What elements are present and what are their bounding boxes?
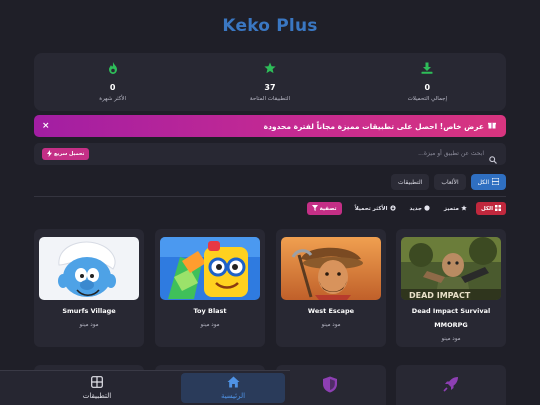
app-grid: Smurfs Village مود مينو Toy Blast مود مي… [34, 229, 506, 347]
stat-value: 0 [424, 83, 431, 92]
app-card-dead-impact[interactable]: DEAD IMPACT Dead Impact Survival MMORPG … [396, 229, 506, 347]
fast-download-label: تحميل سريع [54, 151, 85, 157]
filter-icon [311, 204, 318, 213]
app-card-smurfs[interactable]: Smurfs Village مود مينو [34, 229, 144, 347]
promo-text-wrap: عرض خاص! احصل على تطبيقات مميزة مجاناً ل… [264, 121, 496, 131]
tab-all[interactable]: الكل [470, 174, 506, 190]
stat-label: التطبيقات المتاحة [249, 96, 291, 102]
promo-banner: × عرض خاص! احصل على تطبيقات مميزة مجاناً… [34, 115, 506, 137]
filter-most-downloaded[interactable]: الأكثر تحميلاً [350, 202, 401, 215]
stat-total-downloads: 0 إجمالي التحميلات [349, 53, 506, 111]
nav-apps[interactable]: التطبيقات [44, 371, 150, 405]
stats-panel: 0 الأكثر شهرة 37 التطبيقات المتاحة 0 إجم… [34, 53, 506, 111]
download-icon [420, 61, 434, 75]
filter-label: جديد [409, 205, 422, 212]
tab-games[interactable]: الألعاب [434, 174, 466, 190]
nav-apps-label: التطبيقات [82, 392, 112, 400]
stat-most-popular: 0 الأكثر شهرة [34, 53, 191, 111]
star-icon [461, 204, 467, 213]
home-icon [227, 376, 240, 390]
app-card-toy-blast[interactable]: Toy Blast مود مينو [155, 229, 265, 347]
promo-text: عرض خاص! احصل على تطبيقات مميزة مجاناً ل… [263, 121, 484, 131]
divider [34, 196, 506, 197]
tab-label: الألعاب [441, 178, 459, 186]
filter-featured[interactable]: متميز [439, 202, 472, 215]
star-icon [263, 61, 277, 75]
grid-icon [91, 376, 103, 390]
stat-label: الأكثر شهرة [99, 96, 127, 102]
stat-label: إجمالي التحميلات [407, 96, 448, 102]
app-card-west-escape[interactable]: West Escape مود مينو [276, 229, 386, 347]
app-sub: مود مينو [441, 336, 461, 342]
search-icon [489, 149, 497, 168]
gift-icon [488, 121, 496, 131]
filter-sort-button[interactable]: تصفية [306, 202, 342, 215]
app-name: Dead Impact Survival [411, 307, 491, 315]
search-bar: تحميل سريع ابحث عن تطبيق أو ميزة... [34, 143, 506, 165]
nav-home[interactable]: الرئيسية [181, 373, 285, 403]
sparkle-icon [424, 204, 430, 213]
svg-text:DEAD IMPACT: DEAD IMPACT [409, 291, 471, 300]
download-icon [389, 204, 396, 213]
close-icon[interactable]: × [42, 120, 50, 132]
app-thumbnail [39, 237, 139, 300]
app-name: West Escape [307, 307, 355, 315]
app-name: Smurfs Village [62, 307, 116, 315]
filter-chips: الكل متميز جديد الأكثر تحميلاً تصفية [306, 202, 506, 215]
bottom-nav: التطبيقات الرئيسية [0, 370, 290, 405]
app-name-line2: MMORPG [434, 321, 468, 329]
sort-label: تصفية [319, 205, 337, 212]
filter-label: الأكثر تحميلاً [354, 205, 388, 212]
app-sub: مود مينو [321, 322, 341, 328]
app-title: Keko Plus [222, 16, 318, 36]
stat-value: 0 [109, 83, 116, 92]
filter-new[interactable]: جديد [405, 202, 435, 215]
filter-all[interactable]: الكل [475, 202, 506, 215]
category-tabs: الكل الألعاب التطبيقات [390, 174, 506, 190]
tab-label: الكل [477, 178, 489, 186]
app-thumbnail [160, 237, 260, 300]
app-thumbnail: DEAD IMPACT [401, 237, 501, 300]
rocket-icon[interactable] [443, 376, 459, 396]
fast-download-button[interactable]: تحميل سريع [42, 148, 90, 160]
nav-home-label: الرئيسية [220, 392, 246, 400]
stat-value: 37 [264, 83, 276, 92]
search-input[interactable]: ابحث عن تطبيق أو ميزة... [418, 150, 484, 157]
tab-apps[interactable]: التطبيقات [390, 174, 430, 190]
app-sub: مود مينو [79, 322, 99, 328]
grid-icon [495, 204, 501, 213]
shield-icon[interactable] [322, 376, 338, 397]
app-name: Toy Blast [193, 307, 227, 315]
app-thumbnail [281, 237, 381, 300]
app-sub: مود مينو [200, 322, 220, 328]
filter-label: الكل [480, 205, 493, 212]
grid-icon [491, 177, 500, 187]
stat-available-apps: 37 التطبيقات المتاحة [191, 53, 348, 111]
tab-label: التطبيقات [397, 178, 423, 186]
bolt-icon [47, 149, 52, 159]
flame-icon [106, 61, 120, 75]
filter-label: متميز [443, 205, 459, 212]
